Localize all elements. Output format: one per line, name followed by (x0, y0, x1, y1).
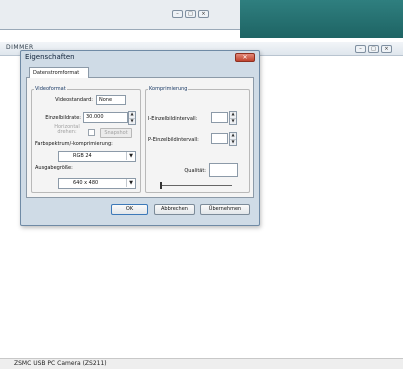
qualitaet-slider-handle[interactable] (160, 182, 162, 189)
minimize-icon[interactable]: – (355, 45, 366, 53)
komprimierung-group-label: Komprimierung (148, 86, 189, 92)
i-einzelbildintervall-spinner[interactable]: ▲ ▼ (229, 111, 237, 125)
einzelbildrate-field[interactable]: 30.000 (83, 112, 128, 123)
abbrechen-button[interactable]: Abbrechen (154, 204, 195, 215)
i-einzelbildintervall-label: I-Einzelbildintervall: (148, 116, 198, 122)
chevron-down-icon[interactable]: ▼ (126, 152, 135, 160)
ok-button[interactable]: OK (111, 204, 148, 215)
ausgabegroesse-label: Ausgabegröße: (35, 165, 73, 171)
qualitaet-label: Qualität: (184, 168, 206, 174)
p-einzelbildintervall-spinner[interactable]: ▲ ▼ (229, 132, 237, 146)
close-icon[interactable]: × (198, 10, 209, 18)
farbspektrum-dropdown[interactable]: RGB 24 (58, 151, 136, 162)
dialog-close-icon[interactable]: ✕ (235, 53, 255, 62)
uebernehmen-button[interactable]: Übernehmen (200, 204, 250, 215)
einzelbildrate-label: Einzelbildrate: (45, 115, 81, 121)
tab-datenstromformat[interactable]: Datenstromformat (29, 67, 89, 78)
spin-down-icon[interactable]: ▼ (129, 119, 135, 125)
qualitaet-field[interactable] (209, 163, 238, 177)
horizontal-drehen-label: Horizontal drehen: (54, 124, 80, 135)
minimize-icon[interactable]: – (172, 10, 183, 18)
farbspektrum-label: Farbspektrum/-komprimierung: (35, 141, 113, 147)
spin-down-icon[interactable]: ▼ (230, 140, 236, 146)
dialog-title: Eigenschaften (25, 53, 75, 61)
p-einzelbildintervall-field[interactable] (211, 133, 228, 144)
background-window-caption-buttons: – □ × (172, 10, 209, 18)
desktop-background (240, 0, 403, 38)
p-einzelbildintervall-label: P-Einzelbildintervall: (148, 137, 199, 143)
maximize-icon[interactable]: □ (368, 45, 379, 53)
i-einzelbildintervall-field[interactable] (211, 112, 228, 123)
einzelbildrate-spinner[interactable]: ▲ ▼ (128, 111, 136, 125)
snapshot-button[interactable]: Snapshot (100, 128, 132, 138)
close-icon[interactable]: × (381, 45, 392, 53)
maximize-icon[interactable]: □ (185, 10, 196, 18)
qualitaet-slider-track[interactable] (160, 185, 232, 186)
horizontal-drehen-checkbox[interactable] (88, 129, 95, 136)
videoformat-group-label: Videoformat (34, 86, 67, 92)
chevron-down-icon[interactable]: ▼ (126, 179, 135, 187)
main-window-caption-buttons: – □ × (355, 45, 392, 53)
videostandard-field[interactable]: None (96, 95, 126, 105)
spin-down-icon[interactable]: ▼ (230, 119, 236, 125)
status-text: ZSMC USB PC Camera (ZS211) (14, 360, 107, 367)
videostandard-label: Videostandard: (55, 97, 93, 103)
ausgabegroesse-dropdown[interactable]: 640 x 480 (58, 178, 136, 189)
